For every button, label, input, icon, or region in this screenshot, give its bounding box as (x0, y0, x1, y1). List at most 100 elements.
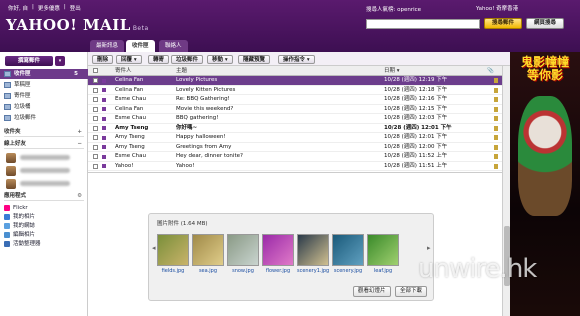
attachment-filename[interactable]: flower.jpg (262, 268, 294, 274)
attachment-filename[interactable]: sea.jpg (192, 268, 224, 274)
attachment-thumbnail[interactable] (227, 234, 259, 266)
attachment-filename[interactable]: scenery1.jpg (297, 268, 329, 274)
row-checkbox[interactable] (93, 78, 98, 83)
yahoo-mail-logo[interactable]: YAHOO! MAIL Beta (6, 16, 149, 34)
message-date: 10/28 (週四) 12:18 下午 (384, 86, 448, 93)
app-link[interactable]: 我的相片 (4, 213, 86, 221)
attachment-thumbnail[interactable] (332, 234, 364, 266)
message-row[interactable]: Esme Chau Hey dear, dinner tonite? 10/28 (… (88, 152, 502, 162)
row-checkbox[interactable] (93, 163, 98, 169)
user-greeting: 你好, 自 (8, 6, 28, 12)
message-row[interactable]: Amy Tseng Happy halloween! 10/28 (週四) 12:0… (88, 133, 502, 143)
reply-button[interactable]: 回覆 ▾ (116, 55, 142, 64)
attachment-thumbnail[interactable] (367, 234, 399, 266)
search-mail-button[interactable]: 搜尋郵件 (484, 18, 522, 29)
attachment-thumbnail[interactable] (192, 234, 224, 266)
message-date: 10/28 (週四) 11:51 上午 (384, 162, 448, 169)
web-search-button[interactable]: 網頁搜尋 (526, 18, 564, 29)
download-all-button[interactable]: 全部下載 (395, 286, 428, 297)
flag-icon[interactable] (494, 154, 498, 159)
row-checkbox[interactable] (93, 97, 98, 102)
link-more-offers[interactable]: 更多優惠 (38, 4, 60, 12)
row-checkbox[interactable] (93, 116, 98, 121)
message-row[interactable]: Yahoo! Yahoo! 10/28 (週四) 11:51 上午 (88, 162, 502, 171)
compose-dropdown-icon[interactable]: ▾ (55, 56, 65, 66)
ad-title: 鬼影幢幢 等你影 (520, 55, 569, 82)
app-link[interactable]: 我的網誌 (4, 222, 86, 230)
message-subject: Happy halloween! (176, 134, 226, 140)
flag-icon[interactable] (494, 97, 498, 102)
compose-button[interactable]: 撰寫郵件 (5, 56, 53, 66)
row-checkbox[interactable] (93, 135, 98, 140)
online-friend[interactable] (6, 178, 84, 190)
attachment-thumbnail[interactable] (262, 234, 294, 266)
flag-icon[interactable] (494, 116, 498, 121)
collapse-icon[interactable]: − (77, 140, 82, 149)
message-row[interactable]: Celina Fan Lovely Kitten Pictures 10/28 (週… (88, 86, 502, 95)
link-logout[interactable]: 登出 (70, 4, 81, 12)
flag-icon[interactable] (494, 87, 498, 93)
folder-inbox[interactable]: 收件匣 5 (0, 69, 88, 79)
app-link[interactable]: 編輯相片 (4, 231, 86, 239)
message-row[interactable]: Esme Chau BBQ gathering! 10/28 (週四) 12:03 … (88, 114, 502, 124)
online-friend[interactable] (6, 152, 84, 164)
message-subject: Re: BBQ Gathering! (176, 96, 230, 102)
attachment-filename[interactable]: scenery.jpg (332, 268, 364, 274)
move-button[interactable]: 移動 ▾ (207, 55, 233, 64)
column-from[interactable]: 寄件人 (115, 66, 132, 76)
message-subject: BBQ gathering! (176, 115, 219, 121)
tab-inbox[interactable]: 收件匣 (126, 40, 155, 52)
folder-drafts[interactable]: 草稿匣 (0, 80, 88, 90)
slideshow-button[interactable]: 觀看幻燈片 (353, 286, 391, 297)
flag-icon[interactable] (494, 125, 498, 131)
message-row[interactable]: Amy Tseng 你好嗎~ 10/28 (週四) 12:01 下午 (88, 124, 502, 133)
prev-arrow-icon[interactable]: ◂ (152, 244, 156, 252)
message-row[interactable]: Amy Tseng Greetings from Amy 10/28 (週四) 12… (88, 143, 502, 152)
message-row[interactable]: Celina Fan Lovely Pictures 10/28 (週四) 12:1… (88, 76, 502, 86)
row-checkbox[interactable] (93, 154, 98, 159)
column-date[interactable]: 日期 ▾ (384, 66, 400, 76)
search-input[interactable] (366, 19, 480, 29)
flag-icon[interactable] (494, 106, 498, 112)
yahoo-hk-link[interactable]: Yahoo! 奇摩香港 (476, 4, 518, 12)
message-row[interactable]: Celina Fan Movie this weekend? 10/28 (週四) … (88, 105, 502, 114)
spam-button[interactable]: 垃圾郵件 (171, 55, 204, 64)
select-all-checkbox[interactable] (93, 68, 98, 73)
hide-preview-button[interactable]: 隱藏預覽 (238, 55, 271, 64)
tab-contacts[interactable]: 聯絡人 (159, 40, 188, 52)
add-folder-icon[interactable]: + (77, 128, 82, 137)
row-checkbox[interactable] (93, 144, 98, 150)
online-friend[interactable] (6, 165, 84, 177)
folder-spam[interactable]: 垃圾郵件 (0, 113, 88, 123)
settings-icon[interactable]: ⚙ (77, 192, 82, 201)
flag-icon[interactable] (494, 163, 498, 169)
trending-search[interactable]: 搜尋人氣榜: openrice (366, 5, 421, 13)
app-link[interactable]: 活動整理器 (4, 240, 86, 248)
row-checkbox[interactable] (93, 125, 98, 131)
tab-latest[interactable]: 最新訊息 (90, 40, 125, 52)
friends-section-header[interactable]: 線上好友 − (4, 140, 84, 149)
apps-section-header[interactable]: 應用程式 ⚙ (4, 192, 84, 201)
folder-sent[interactable]: 寄件匣 (0, 91, 88, 101)
message-row[interactable]: Esme Chau Re: BBQ Gathering! 10/28 (週四) 12… (88, 95, 502, 105)
attachment-filename[interactable]: leaf.jpg (367, 268, 399, 274)
row-checkbox[interactable] (93, 87, 98, 93)
avatar (6, 179, 16, 189)
attachment-thumbnail[interactable] (297, 234, 329, 266)
next-arrow-icon[interactable]: ▸ (427, 244, 431, 252)
delete-button[interactable]: 刪除 (92, 55, 114, 64)
attachment-filename[interactable]: snow.jpg (227, 268, 259, 274)
forward-button[interactable]: 轉寄 (148, 55, 170, 64)
flag-icon[interactable] (494, 135, 498, 140)
column-subject[interactable]: 主題 (176, 66, 187, 76)
attachment-filename[interactable]: fields.jpg (157, 268, 189, 274)
folder-trash[interactable]: 垃圾桶 (0, 102, 88, 112)
flag-icon[interactable] (494, 144, 498, 150)
message-from: Esme Chau (115, 115, 147, 121)
actions-button[interactable]: 操作指令 ▾ (278, 55, 315, 64)
app-link[interactable]: Flickr (4, 204, 86, 212)
row-checkbox[interactable] (93, 106, 98, 112)
attachment-thumbnail[interactable] (157, 234, 189, 266)
flag-icon[interactable] (494, 78, 498, 83)
folders-section-header[interactable]: 收件夾 + (4, 128, 84, 137)
